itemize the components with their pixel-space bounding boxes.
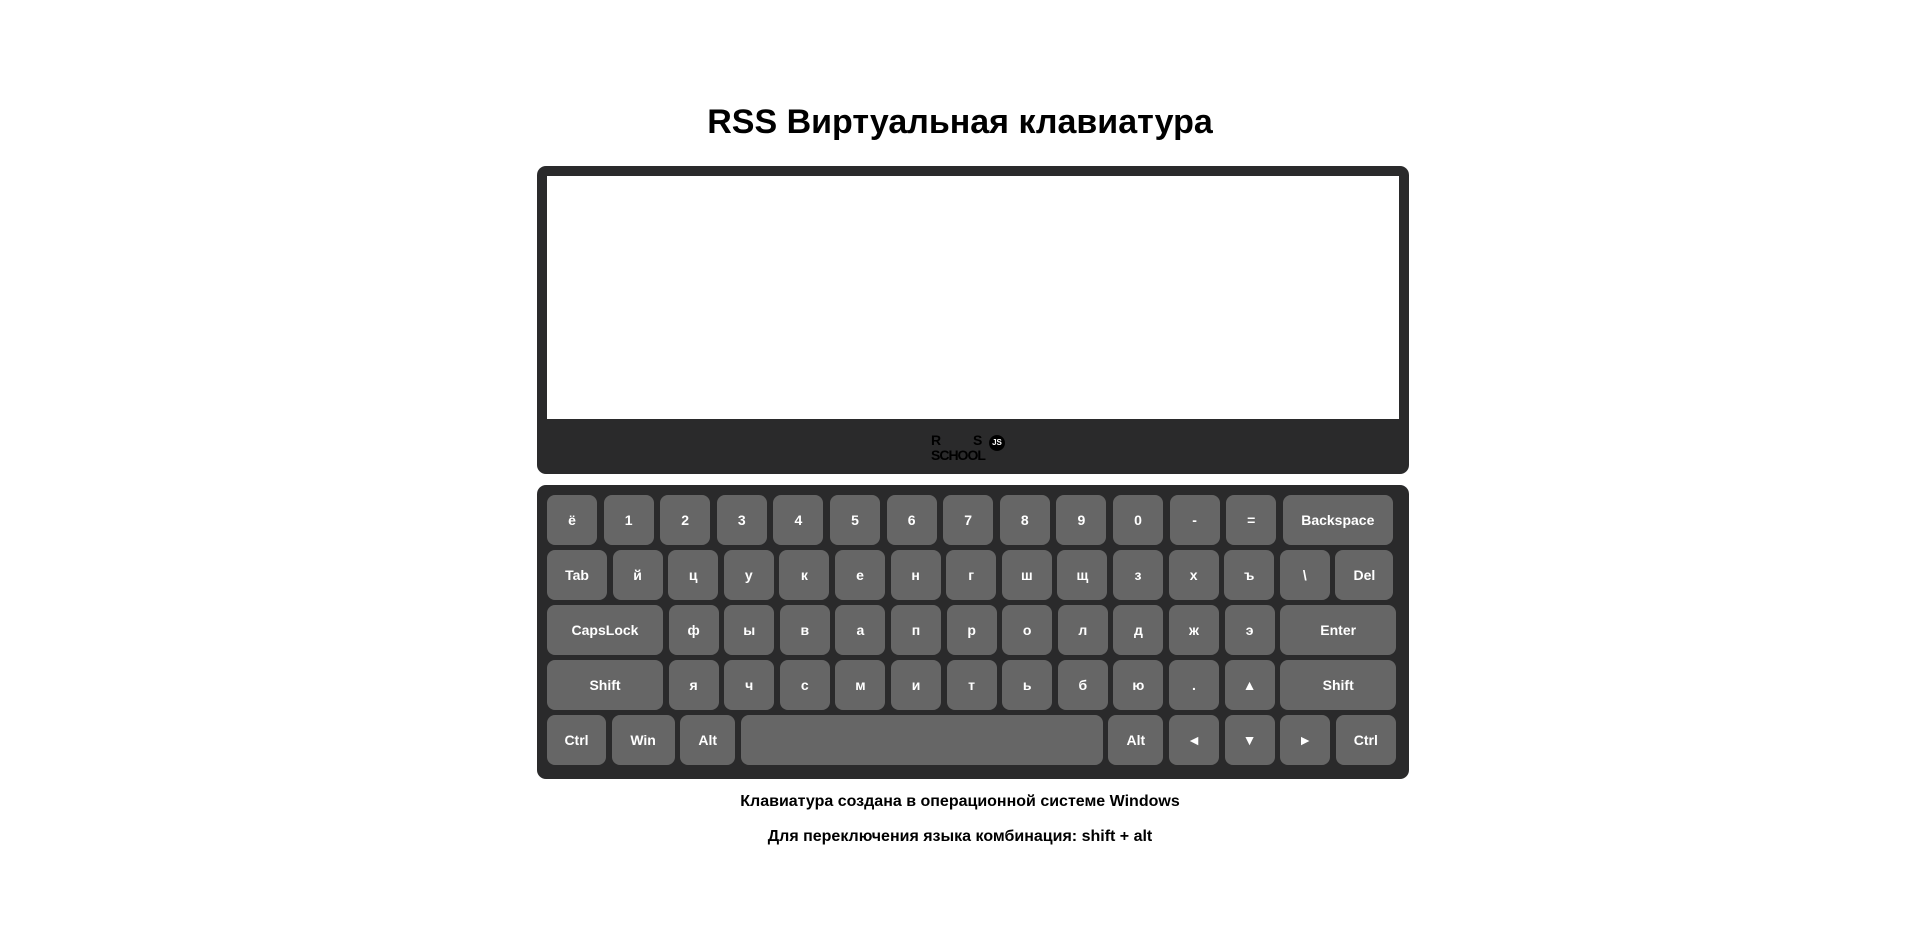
key-key-m[interactable]: ь bbox=[1002, 660, 1053, 710]
key-semicolon[interactable]: ж bbox=[1169, 605, 1219, 655]
key-digit9[interactable]: 9 bbox=[1056, 495, 1107, 545]
os-note: Клавиатура создана в операционной систем… bbox=[740, 793, 1180, 810]
key-key-k[interactable]: л bbox=[1057, 605, 1108, 655]
key-digit6[interactable]: 6 bbox=[886, 495, 937, 545]
key-digit2[interactable]: 2 bbox=[660, 495, 711, 545]
key-key-y[interactable]: н bbox=[890, 550, 941, 600]
key-minus[interactable]: - bbox=[1169, 495, 1220, 545]
key-key-c[interactable]: с bbox=[779, 660, 830, 710]
key-alt-left[interactable]: Alt bbox=[680, 715, 736, 765]
key-slash[interactable]: . bbox=[1169, 660, 1219, 710]
key-bracket-left[interactable]: х bbox=[1168, 550, 1219, 600]
key-key-w[interactable]: ц bbox=[668, 550, 719, 600]
key-enter[interactable]: Enter bbox=[1280, 605, 1397, 655]
key-caps-lock[interactable]: CapsLock bbox=[547, 605, 663, 655]
key-key-q[interactable]: й bbox=[612, 550, 663, 600]
page-title: RSS Виртуальная клавиатура bbox=[707, 103, 1213, 141]
key-key-l[interactable]: д bbox=[1113, 605, 1164, 655]
key-digit4[interactable]: 4 bbox=[773, 495, 824, 545]
key-alt-right[interactable]: Alt bbox=[1108, 715, 1164, 765]
key-digit5[interactable]: 5 bbox=[830, 495, 880, 545]
key-digit0[interactable]: 0 bbox=[1113, 495, 1163, 545]
key-key-z[interactable]: я bbox=[668, 660, 719, 710]
rs-school-logo: R S JS SCHOOL bbox=[931, 433, 1015, 467]
logo-letter-s: S bbox=[973, 432, 983, 448]
js-badge-icon: JS bbox=[989, 435, 1005, 451]
key-control-left[interactable]: Ctrl bbox=[547, 715, 606, 765]
key-key-p[interactable]: з bbox=[1113, 550, 1163, 600]
key-meta-left[interactable]: Win bbox=[611, 715, 675, 765]
key-backspace[interactable]: Backspace bbox=[1282, 495, 1393, 545]
key-arrow-up[interactable]: ▲ bbox=[1224, 660, 1275, 710]
key-arrow-down[interactable]: ▼ bbox=[1224, 715, 1275, 765]
key-digit3[interactable]: 3 bbox=[716, 495, 767, 545]
key-key-s[interactable]: ы bbox=[724, 605, 775, 655]
key-key-j[interactable]: о bbox=[1002, 605, 1053, 655]
key-digit7[interactable]: 7 bbox=[943, 495, 994, 545]
key-arrow-left[interactable]: ◄ bbox=[1169, 715, 1219, 765]
key-shift-right[interactable]: Shift bbox=[1280, 660, 1397, 710]
key-backslash[interactable]: \ bbox=[1279, 550, 1330, 600]
key-equal[interactable]: = bbox=[1226, 495, 1277, 545]
key-key-g[interactable]: п bbox=[891, 605, 941, 655]
key-key-t[interactable]: е bbox=[835, 550, 885, 600]
key-key-r[interactable]: к bbox=[779, 550, 830, 600]
key-bracket-right[interactable]: ъ bbox=[1224, 550, 1275, 600]
key-key-n[interactable]: т bbox=[946, 660, 997, 710]
key-tab[interactable]: Tab bbox=[547, 550, 607, 600]
key-key-b[interactable]: и bbox=[891, 660, 941, 710]
key-control-right[interactable]: Ctrl bbox=[1335, 715, 1396, 765]
key-key-i[interactable]: ш bbox=[1001, 550, 1052, 600]
key-comma[interactable]: б bbox=[1057, 660, 1108, 710]
virtual-keyboard: ё 1 2 3 4 5 6 7 8 9 0- = Backspace Tab й ц у к е н г ш щ з х ъ \ De… bbox=[537, 485, 1409, 779]
logo-school-text: SCHOOL bbox=[931, 447, 986, 463]
key-key-e[interactable]: у bbox=[723, 550, 774, 600]
page: RSS Виртуальная клавиатура R S JS SCHOOL… bbox=[0, 0, 1920, 937]
key-key-o[interactable]: щ bbox=[1057, 550, 1108, 600]
key-arrow-right[interactable]: ► bbox=[1280, 715, 1331, 765]
language-switch-note: Для переключения языка комбинация: shift… bbox=[767, 828, 1153, 845]
key-digit1[interactable]: 1 bbox=[603, 495, 654, 545]
key-key-f[interactable]: а bbox=[835, 605, 886, 655]
key-delete[interactable]: Del bbox=[1335, 550, 1394, 600]
logo-letter-r: R bbox=[931, 432, 942, 448]
key-key-u[interactable]: г bbox=[946, 550, 997, 600]
key-key-v[interactable]: м bbox=[835, 660, 886, 710]
key-period[interactable]: ю bbox=[1113, 660, 1164, 710]
monitor: R S JS SCHOOL bbox=[537, 166, 1409, 474]
key-key-a[interactable]: ф bbox=[668, 605, 719, 655]
key-backquote[interactable]: ё bbox=[547, 495, 597, 545]
key-digit8[interactable]: 8 bbox=[999, 495, 1050, 545]
text-area[interactable] bbox=[547, 176, 1399, 419]
key-key-x[interactable]: ч bbox=[724, 660, 775, 710]
key-quote[interactable]: э bbox=[1224, 605, 1275, 655]
key-shift-left[interactable]: Shift bbox=[547, 660, 663, 710]
key-space[interactable] bbox=[740, 715, 1103, 765]
key-key-d[interactable]: в bbox=[779, 605, 830, 655]
key-key-h[interactable]: р bbox=[946, 605, 997, 655]
